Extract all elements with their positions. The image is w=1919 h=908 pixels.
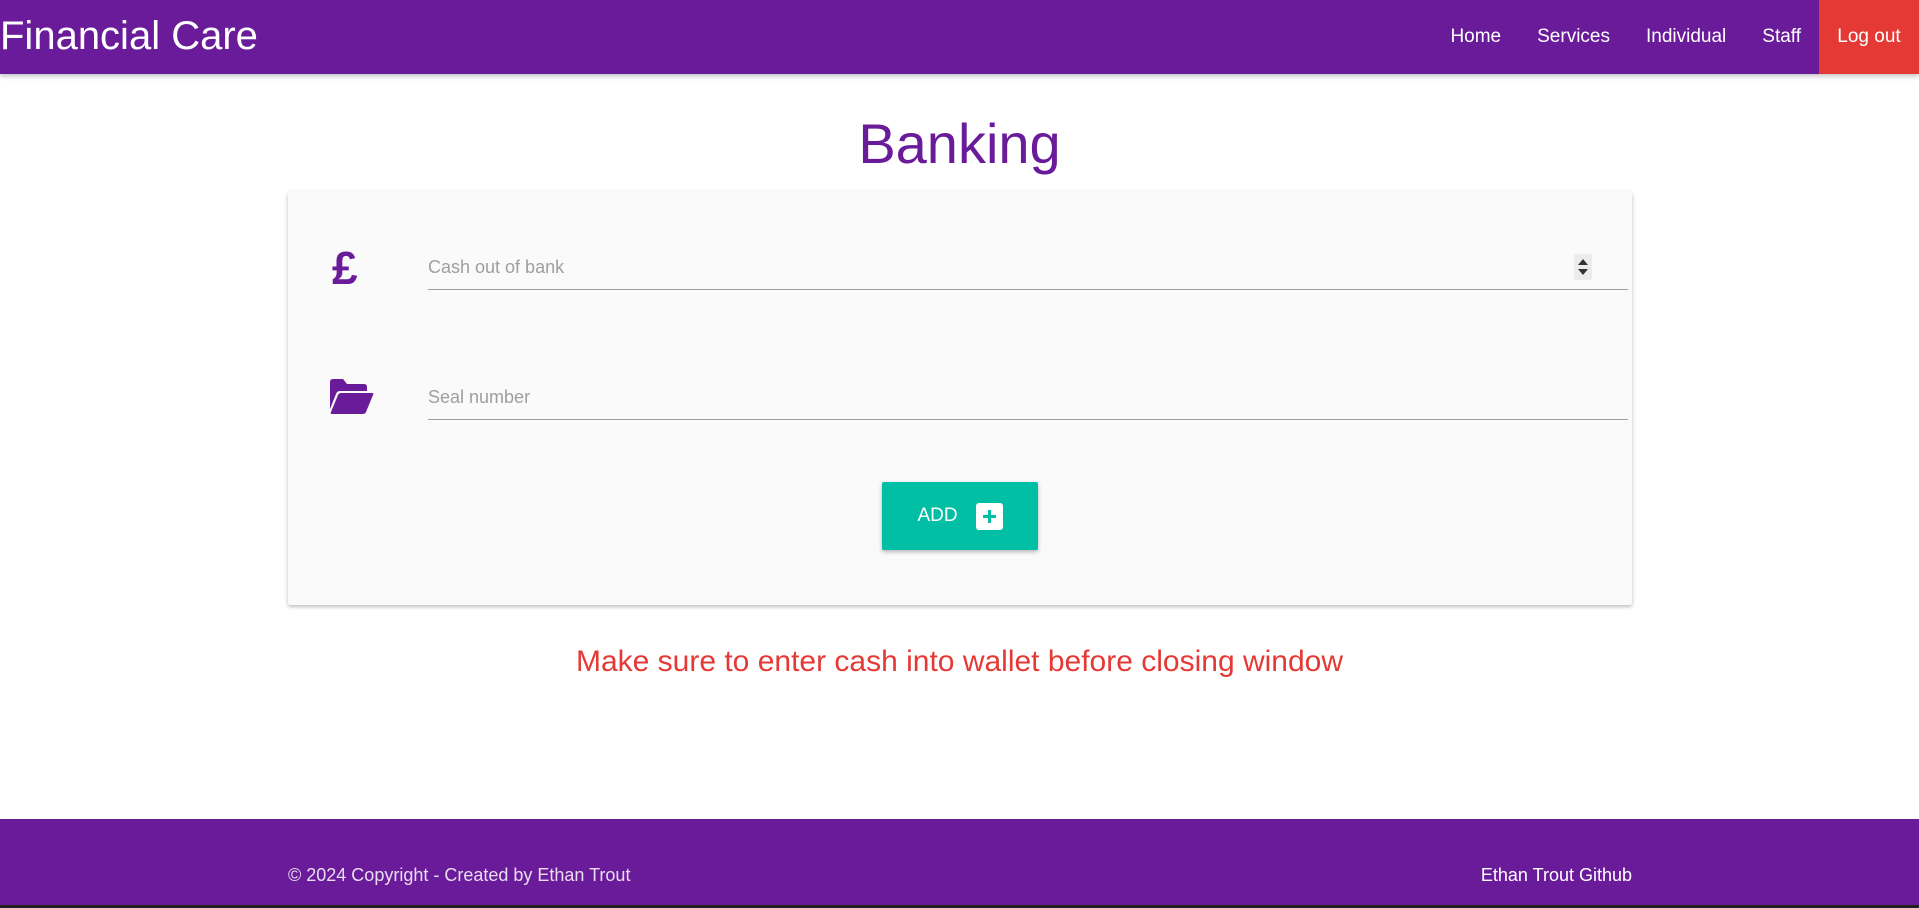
logout-button[interactable]: Log out bbox=[1819, 0, 1919, 74]
nav-link-home[interactable]: Home bbox=[1432, 0, 1519, 74]
warning-message: Make sure to enter cash into wallet befo… bbox=[575, 645, 1344, 678]
page-title: Banking bbox=[858, 112, 1061, 175]
github-link[interactable]: Ethan Trout Github bbox=[1481, 865, 1632, 886]
add-button-label: ADD bbox=[917, 505, 958, 526]
nav-links: Home Services Individual Staff Log out bbox=[1432, 0, 1919, 74]
nav-link-individual[interactable]: Individual bbox=[1628, 0, 1744, 74]
brand-logo[interactable]: Financial Care bbox=[0, 0, 258, 74]
pound-sign-icon: £ bbox=[332, 242, 358, 294]
top-navbar: Financial Care Home Services Individual … bbox=[0, 0, 1919, 74]
folder-open-icon bbox=[328, 376, 378, 420]
banking-form-card: £ ADD bbox=[288, 192, 1632, 605]
seal-field-row bbox=[328, 368, 1628, 428]
nav-link-services[interactable]: Services bbox=[1519, 0, 1628, 74]
seal-number-input[interactable] bbox=[428, 376, 1628, 420]
spinner-up-icon[interactable] bbox=[1578, 259, 1588, 265]
spinner-down-icon[interactable] bbox=[1578, 269, 1588, 275]
cash-field-row: £ bbox=[328, 238, 1628, 298]
plus-square-icon bbox=[975, 502, 1003, 530]
nav-link-staff[interactable]: Staff bbox=[1744, 0, 1819, 74]
number-spinner[interactable] bbox=[1574, 254, 1592, 280]
add-button[interactable]: ADD bbox=[882, 482, 1038, 550]
copyright-text: © 2024 Copyright - Created by Ethan Trou… bbox=[288, 865, 631, 885]
cash-out-input[interactable] bbox=[428, 246, 1628, 290]
footer: © 2024 Copyright - Created by Ethan Trou… bbox=[0, 819, 1919, 908]
